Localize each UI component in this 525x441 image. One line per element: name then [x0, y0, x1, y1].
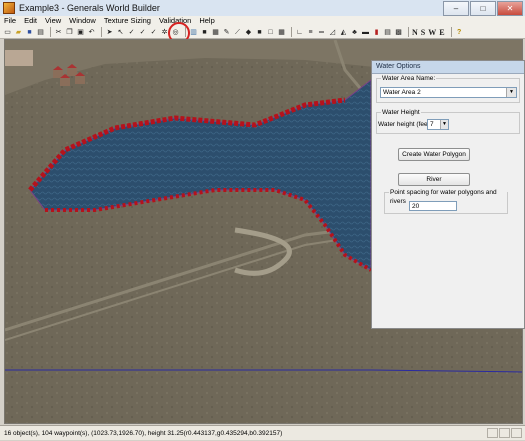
- compass-w-button[interactable]: W: [428, 28, 436, 37]
- water-area-name-label: Water Area Name:: [381, 74, 437, 83]
- black-square-icon[interactable]: ■: [200, 28, 209, 37]
- window-controls: – □ ✕: [443, 1, 523, 16]
- new-file-icon[interactable]: ▭: [3, 28, 12, 37]
- open-folder-icon[interactable]: ▰: [14, 28, 23, 37]
- resize-grip-icon[interactable]: [511, 428, 522, 438]
- dropdown-arrow-icon[interactable]: ▼: [440, 120, 448, 129]
- checkmark-icon[interactable]: ✓: [149, 28, 158, 37]
- toolbar-separator: [291, 27, 292, 37]
- water-area-name-value: Water Area 2: [383, 89, 421, 96]
- help-icon[interactable]: ?: [455, 28, 464, 37]
- line-icon[interactable]: ∟: [295, 28, 304, 37]
- compass-n-button[interactable]: N: [412, 28, 418, 37]
- maximize-button[interactable]: □: [470, 1, 496, 16]
- status-cell: [487, 428, 498, 438]
- checkmark-icon[interactable]: ✓: [127, 28, 136, 37]
- black-block-icon[interactable]: ■: [255, 28, 264, 37]
- menu-window[interactable]: Window: [65, 16, 100, 26]
- pen-icon[interactable]: ✎: [222, 28, 231, 37]
- waypoint-icon[interactable]: ▬: [361, 28, 370, 37]
- point-spacing-group: Point spacing for water polygons and riv…: [384, 188, 508, 214]
- compass-e-button[interactable]: E: [439, 28, 444, 37]
- status-text: 16 object(s), 104 waypoint(s), (1023.73,…: [4, 430, 283, 437]
- select-icon[interactable]: ↖: [116, 28, 125, 37]
- toolbar-separator: [50, 27, 51, 37]
- paint-icon[interactable]: ▮: [372, 28, 381, 37]
- status-cell: [499, 428, 510, 438]
- cut-icon[interactable]: ✂: [54, 28, 63, 37]
- water-area-name-group: Water Area Name: Water Area 2 ▼: [376, 74, 520, 103]
- checkmark-icon[interactable]: ✓: [138, 28, 147, 37]
- grid-icon[interactable]: ▦: [277, 28, 286, 37]
- water-height-label: Water height (feet):: [378, 121, 434, 128]
- pointer-icon[interactable]: ➤: [105, 28, 114, 37]
- water-area-name-select[interactable]: Water Area 2 ▼: [380, 87, 517, 98]
- menu-file[interactable]: File: [0, 16, 20, 26]
- copy-icon[interactable]: ❐: [65, 28, 74, 37]
- square-icon[interactable]: □: [266, 28, 275, 37]
- panel-title: Water Options: [372, 61, 524, 74]
- map-icon[interactable]: ▤: [383, 28, 392, 37]
- checkered-icon[interactable]: ▦: [211, 28, 220, 37]
- toolbar-separator: [450, 27, 452, 37]
- river-button[interactable]: River: [398, 173, 470, 186]
- water-height-select[interactable]: 7 ▼: [427, 119, 449, 130]
- point-spacing-input[interactable]: 20: [409, 201, 457, 211]
- save-icon[interactable]: ■: [25, 28, 34, 37]
- water-height-group: Water Height Water height (feet): 7 ▼: [376, 108, 520, 134]
- window-title: Example3 - Generals World Builder: [19, 3, 160, 13]
- menu-edit[interactable]: Edit: [20, 16, 41, 26]
- brush-icon[interactable]: ⟋: [233, 28, 242, 37]
- print-icon[interactable]: ▤: [36, 28, 45, 37]
- compass-s-button[interactable]: S: [421, 28, 425, 37]
- toolbar: ▭ ▰ ■ ▤ ✂ ❐ ▣ ↶ ➤ ↖ ✓ ✓ ✓ ✲ ◎ ▥ ■ ▦ ✎ ⟋ …: [0, 26, 525, 39]
- scorch-icon[interactable]: ▩: [394, 28, 403, 37]
- road-icon[interactable]: ═: [317, 28, 326, 37]
- menu-view[interactable]: View: [41, 16, 65, 26]
- paste-icon[interactable]: ▣: [76, 28, 85, 37]
- ramp-icon[interactable]: ≡: [306, 28, 315, 37]
- toolbar-separator: [408, 27, 409, 37]
- close-button[interactable]: ✕: [497, 1, 523, 16]
- object-icon[interactable]: ◭: [339, 28, 348, 37]
- dropdown-arrow-icon[interactable]: ▼: [506, 88, 516, 97]
- status-bar: 16 object(s), 104 waypoint(s), (1023.73,…: [0, 425, 525, 440]
- undo-icon[interactable]: ↶: [87, 28, 96, 37]
- app-icon: [3, 2, 15, 14]
- build-icon[interactable]: ♣: [350, 28, 359, 37]
- minimize-button[interactable]: –: [443, 1, 469, 16]
- menu-texture-sizing[interactable]: Texture Sizing: [100, 16, 155, 26]
- title-bar: Example3 - Generals World Builder – □ ✕: [0, 0, 525, 17]
- water-height-value: 7: [430, 121, 434, 128]
- triangle-icon[interactable]: ◿: [328, 28, 337, 37]
- water-options-panel: Water Options Water Area Name: Water Are…: [371, 60, 525, 329]
- fill-icon[interactable]: ◆: [244, 28, 253, 37]
- create-water-polygon-button[interactable]: Create Water Polygon: [398, 148, 470, 161]
- menu-help[interactable]: Help: [195, 16, 218, 26]
- toolbar-separator: [101, 27, 102, 37]
- menu-bar: File Edit View Window Texture Sizing Val…: [0, 16, 525, 26]
- water-height-group-label: Water Height: [381, 108, 421, 117]
- water-tool-icon[interactable]: ▥: [189, 28, 198, 37]
